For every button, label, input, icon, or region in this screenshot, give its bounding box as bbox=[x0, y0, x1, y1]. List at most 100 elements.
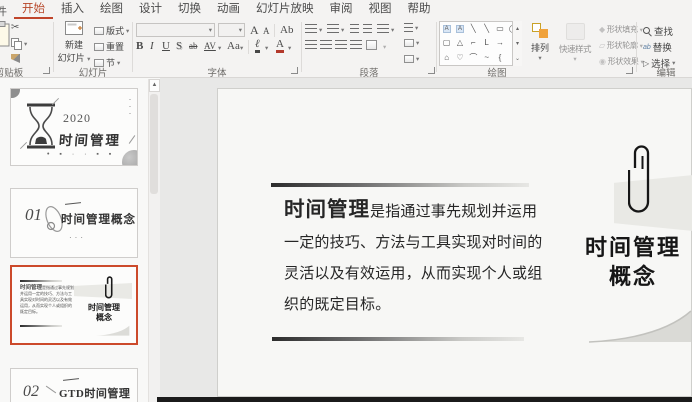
font-dialog-launcher[interactable] bbox=[291, 67, 298, 74]
increase-indent-icon[interactable] bbox=[363, 24, 372, 33]
text-shadow-button[interactable]: S bbox=[176, 40, 182, 52]
bullets-icon[interactable] bbox=[305, 24, 317, 33]
curve-shape[interactable]: ~ bbox=[484, 53, 489, 62]
quick-styles-button[interactable]: 快速样式 ▾ bbox=[553, 23, 597, 63]
slide-thumbnail-3-selected[interactable]: 时间管理是指通过事先规划并运用一定的技巧、方法与工具实现对时间的灵活以及有效运用… bbox=[10, 265, 138, 345]
columns-icon[interactable] bbox=[366, 40, 377, 50]
tab-animations[interactable]: 动画 bbox=[209, 0, 248, 19]
line-spacing-icon[interactable] bbox=[377, 24, 389, 33]
tab-slideshow[interactable]: 幻灯片放映 bbox=[248, 0, 322, 19]
left-brace-shape[interactable]: { bbox=[499, 53, 502, 62]
thumb4-title: GTD时间管理法 bbox=[59, 388, 131, 400]
align-left-icon[interactable] bbox=[305, 40, 317, 49]
tab-file[interactable]: 文件 bbox=[0, 3, 9, 18]
numbering-icon[interactable] bbox=[327, 24, 339, 33]
tab-home[interactable]: 开始 bbox=[14, 0, 53, 19]
thumb3-page-curl bbox=[96, 325, 130, 336]
current-slide[interactable]: 时间管理是指通过事先规划并运用一定的技巧、方法与工具实现对时间的灵活以及有效运用… bbox=[217, 88, 692, 397]
scroll-up-arrow[interactable]: ▲ bbox=[149, 79, 160, 92]
thumb1-year: 2020 bbox=[63, 111, 91, 125]
dots-decor: • ▪ · · ▪ ▪ bbox=[47, 151, 116, 158]
thumb2-number: 01 bbox=[25, 205, 42, 224]
highlight-color-button[interactable]: ℓ bbox=[255, 38, 260, 53]
slide-thumbnail-panel: 2020 时间管理 --- • ▪ · · ▪ ▪ 01 时间管理概念 ··· … bbox=[0, 78, 161, 402]
columns-caret[interactable]: ▾ bbox=[383, 43, 386, 51]
font-name-combobox[interactable]: ▾ bbox=[136, 23, 215, 37]
paperclip-icon bbox=[628, 145, 650, 213]
justify-icon[interactable] bbox=[350, 40, 362, 49]
rounded-rect-shape[interactable]: ▢ bbox=[443, 39, 451, 47]
ribbon-tab-bar: 文件 开始 插入 绘图 设计 切换 动画 幻灯片放映 审阅 视图 帮助 bbox=[0, 0, 692, 19]
textbox-v-shape[interactable]: A bbox=[455, 25, 464, 34]
change-case-button[interactable]: Aa bbox=[227, 40, 240, 52]
shape-fill-icon: ◆ bbox=[599, 25, 605, 34]
elbow2-shape[interactable]: L bbox=[484, 39, 488, 47]
clipboard-dialog-launcher[interactable] bbox=[43, 67, 50, 74]
tab-draw[interactable]: 绘图 bbox=[92, 0, 131, 19]
format-painter-icon[interactable] bbox=[11, 54, 20, 63]
thumb3-wedge-decor bbox=[74, 283, 132, 299]
replace-button[interactable]: ab 替换 bbox=[643, 40, 672, 54]
slide-thumbnail-2[interactable]: 01 时间管理概念 ··· bbox=[10, 188, 138, 258]
font-group-label: 字体 bbox=[207, 68, 227, 79]
paragraph-dialog-launcher[interactable] bbox=[428, 67, 435, 74]
text-direction-icon bbox=[404, 23, 413, 32]
font-color-button[interactable]: A bbox=[276, 38, 284, 53]
shape-effects-icon: ◉ bbox=[599, 57, 606, 66]
arrow-line-shape[interactable]: ╲ bbox=[484, 25, 489, 33]
slide-thumbnail-1[interactable]: 2020 时间管理 --- • ▪ · · ▪ ▪ bbox=[10, 88, 138, 166]
tab-design[interactable]: 设计 bbox=[131, 0, 170, 19]
slide-thumbnail-4[interactable]: 02 GTD时间管理法 bbox=[10, 368, 138, 402]
elbow-shape[interactable]: ⌐ bbox=[471, 39, 476, 47]
line-shape[interactable]: ╲ bbox=[471, 25, 476, 33]
shapes-gallery-scroll[interactable]: ▴ ▾ ⌄ bbox=[512, 21, 522, 66]
arrange-button[interactable]: 排列 ▾ bbox=[527, 23, 553, 62]
tab-transitions[interactable]: 切换 bbox=[170, 0, 209, 19]
align-center-icon[interactable] bbox=[320, 40, 332, 49]
tab-insert[interactable]: 插入 bbox=[53, 0, 92, 19]
shape-outline-icon: ▱ bbox=[599, 41, 605, 50]
strikethrough-button[interactable]: ab bbox=[189, 41, 198, 51]
cut-icon[interactable]: ✂ bbox=[11, 22, 19, 33]
thumbnail-scrollbar[interactable]: ▲ bbox=[148, 79, 160, 402]
character-spacing-button[interactable]: AV bbox=[204, 41, 216, 51]
shrink-font-button[interactable]: A bbox=[263, 26, 270, 36]
scrollbar-thumb[interactable] bbox=[150, 94, 158, 194]
triangle-shape[interactable]: △ bbox=[457, 39, 463, 47]
arc-shape[interactable]: ⌒ bbox=[469, 53, 477, 62]
corner-circle-decor bbox=[11, 89, 20, 98]
text-direction-button[interactable]: ▾ bbox=[404, 23, 418, 32]
new-slide-button[interactable]: 新建 幻灯片 ▾ bbox=[57, 21, 91, 64]
align-right-icon[interactable] bbox=[335, 40, 347, 49]
textbox-h-shape[interactable]: A bbox=[442, 25, 451, 34]
paste-icon[interactable] bbox=[0, 21, 10, 47]
tab-review[interactable]: 审阅 bbox=[322, 0, 361, 19]
freeform-shape[interactable]: ⌂ bbox=[444, 53, 449, 62]
layout-icon bbox=[94, 26, 104, 35]
decrease-indent-icon[interactable] bbox=[350, 24, 359, 33]
thumb3-title: 时间管理 概念 bbox=[88, 303, 120, 322]
slide-title[interactable]: 时间管理 概念 bbox=[573, 233, 692, 291]
italic-button[interactable]: I bbox=[150, 40, 154, 52]
replace-icon: ab bbox=[643, 43, 651, 51]
layout-button[interactable]: 版式 ▾ bbox=[94, 24, 129, 37]
find-button[interactable]: 查找 bbox=[643, 24, 673, 38]
bold-button[interactable]: B bbox=[136, 40, 143, 52]
heart-shape[interactable]: ♡ bbox=[456, 53, 463, 62]
tab-help[interactable]: 帮助 bbox=[400, 0, 439, 19]
reset-button[interactable]: 重置 bbox=[94, 40, 124, 53]
grow-font-button[interactable]: A bbox=[250, 23, 259, 38]
clear-formatting-button[interactable]: Ab bbox=[280, 24, 293, 36]
thumb3-body: 时间管理是指通过事先规划并运用一定的技巧、方法与工具实现对时间的灵活以及有效运用… bbox=[20, 285, 75, 314]
convert-smartart-button[interactable]: ▾ bbox=[404, 55, 419, 63]
tab-view[interactable]: 视图 bbox=[361, 0, 400, 19]
drawing-group-label: 绘图 bbox=[487, 68, 507, 79]
font-size-combobox[interactable]: ▾ bbox=[218, 23, 245, 37]
rectangle-shape[interactable]: ▭ bbox=[496, 25, 504, 33]
corner-circle-decor bbox=[122, 150, 137, 165]
underline-button[interactable]: U bbox=[162, 40, 170, 52]
drawing-dialog-launcher[interactable] bbox=[626, 67, 633, 74]
slide-body-text[interactable]: 时间管理是指通过事先规划并运用一定的技巧、方法与工具实现对时间的灵活以及有效运用… bbox=[284, 195, 543, 321]
block-arrow-right-shape[interactable]: → bbox=[496, 39, 504, 47]
align-text-button[interactable]: ▾ bbox=[404, 39, 419, 47]
